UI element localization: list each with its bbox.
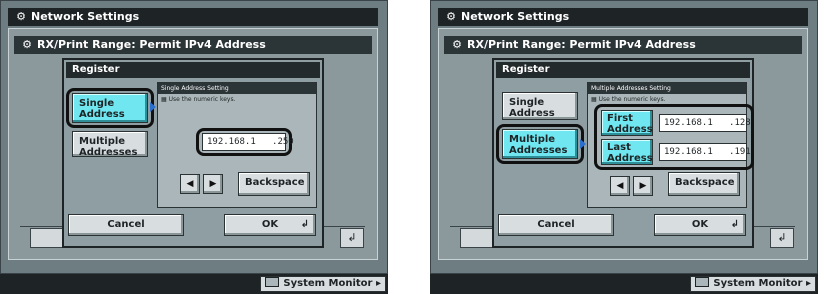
backspace-button[interactable]: Backspace xyxy=(238,172,310,196)
return-icon: ↲ xyxy=(730,219,739,230)
background-return-button: ↲ xyxy=(340,228,364,248)
monitor-icon xyxy=(695,277,710,287)
first-address-input[interactable]: 192.168.1 .128 xyxy=(659,114,751,132)
first-address-button[interactable]: First Address xyxy=(601,110,653,136)
subtitle-bar: ⚙ RX/Print Range: Permit IPv4 Address xyxy=(444,36,802,54)
address-input[interactable]: 192.168.1 .250 xyxy=(202,133,294,151)
screen-multiple-addresses: ⚙ Network Settings ⚙ RX/Print Range: Permi… xyxy=(430,0,818,294)
window-title: Network Settings xyxy=(31,10,140,23)
background-return-button: ↲ xyxy=(770,228,794,248)
last-address-button[interactable]: Last Address xyxy=(601,139,653,165)
selection-pointer xyxy=(150,102,156,112)
single-address-button[interactable]: Single Address xyxy=(72,93,148,123)
ok-label: OK xyxy=(691,219,709,230)
window-title-bar: ⚙ Network Settings xyxy=(8,8,378,26)
cancel-label: Cancel xyxy=(537,219,575,230)
system-monitor-button[interactable]: System Monitor ▸ xyxy=(260,276,386,292)
monitor-icon xyxy=(265,277,280,287)
system-monitor-button[interactable]: System Monitor ▸ xyxy=(690,276,816,292)
subtitle-bar: ⚙ RX/Print Range: Permit IPv4 Address xyxy=(14,36,372,54)
sub-title: RX/Print Range: Permit IPv4 Address xyxy=(37,38,266,51)
window-title: Network Settings xyxy=(461,10,570,23)
dialog-title: Register xyxy=(66,62,320,78)
selection-pointer xyxy=(580,139,586,149)
left-arrow-button[interactable]: ◀ xyxy=(180,174,200,194)
window-title-bar: ⚙ Network Settings xyxy=(438,8,808,26)
cancel-button[interactable]: Cancel xyxy=(68,214,184,236)
keypad-icon: ▦ xyxy=(591,96,597,103)
panel-header: Single Address Setting xyxy=(158,83,316,94)
cancel-button[interactable]: Cancel xyxy=(498,214,614,236)
ok-button[interactable]: OK ↲ xyxy=(224,214,316,236)
multiple-addresses-button[interactable]: Multiple Addresses xyxy=(502,129,578,159)
settings-icon: ⚙ xyxy=(22,38,32,51)
panel-hint: ▦ Use the numeric keys. xyxy=(591,96,666,103)
last-address-input[interactable]: 192.168.1 .191 xyxy=(659,143,751,161)
ok-button[interactable]: OK ↲ xyxy=(654,214,746,236)
system-monitor-label: System Monitor xyxy=(283,278,373,289)
ok-label: OK xyxy=(261,219,279,230)
multiple-addresses-button[interactable]: Multiple Addresses xyxy=(72,131,148,158)
return-icon: ↲ xyxy=(300,219,309,230)
screen-single-address: ⚙ Network Settings ⚙ RX/Print Range: Permi… xyxy=(0,0,388,294)
settings-icon: ⚙ xyxy=(452,38,462,51)
system-monitor-label: System Monitor xyxy=(713,278,803,289)
sub-title: RX/Print Range: Permit IPv4 Address xyxy=(467,38,696,51)
cancel-label: Cancel xyxy=(107,219,145,230)
left-arrow-button[interactable]: ◀ xyxy=(610,176,630,196)
panel-hint: ▦ Use the numeric keys. xyxy=(161,96,236,103)
right-arrow-button[interactable]: ▶ xyxy=(203,174,223,194)
right-arrow-button[interactable]: ▶ xyxy=(633,176,653,196)
settings-icon: ⚙ xyxy=(16,10,26,23)
single-address-button[interactable]: Single Address xyxy=(502,92,578,120)
settings-icon: ⚙ xyxy=(446,10,456,23)
panel-header: Multiple Addresses Setting xyxy=(588,83,746,94)
keypad-icon: ▦ xyxy=(161,96,167,103)
dialog-title: Register xyxy=(496,62,750,78)
backspace-button[interactable]: Backspace xyxy=(668,172,740,196)
